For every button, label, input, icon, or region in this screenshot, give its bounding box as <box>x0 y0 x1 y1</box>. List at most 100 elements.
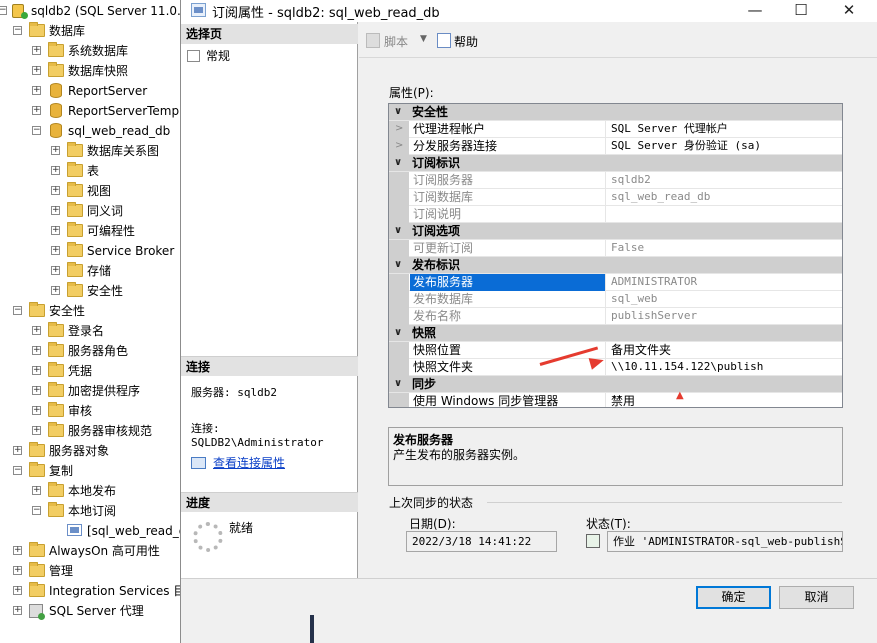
expand-toggle[interactable]: + <box>51 146 60 155</box>
category-snapshot[interactable]: ∨ 快照 <box>389 325 842 342</box>
collapse-toggle[interactable]: − <box>0 6 7 15</box>
expand-toggle[interactable]: + <box>32 66 41 75</box>
status-field[interactable]: 作业 'ADMINISTRATOR-sql_web-publishServ <box>607 531 843 552</box>
category-subscription-options[interactable]: ∨ 订阅选项 <box>389 223 842 240</box>
expand-toggle[interactable]: + <box>32 326 41 335</box>
chevron-down-icon[interactable]: ▼ <box>420 34 427 44</box>
expand-toggle[interactable]: + <box>13 586 22 595</box>
expand-toggle[interactable]: + <box>51 206 60 215</box>
title-bar[interactable]: 订阅属性 - sqldb2: sql_web_read_db — ☐ ✕ <box>181 0 877 22</box>
collapse-toggle[interactable]: − <box>13 26 22 35</box>
expand-toggle[interactable]: + <box>32 486 41 495</box>
view-connection-properties-link[interactable]: 查看连接属性 <box>213 454 285 471</box>
expand-toggle[interactable]: + <box>51 186 60 195</box>
expand-toggle[interactable]: + <box>32 406 41 415</box>
property-row[interactable]: 快照文件夹 \\10.11.154.122\publish <box>389 359 842 376</box>
expand-toggle[interactable]: + <box>51 286 60 295</box>
expand-toggle[interactable]: + <box>51 246 60 255</box>
expand-toggle[interactable]: + <box>13 446 22 455</box>
collapse-toggle[interactable]: − <box>32 126 41 135</box>
expand-toggle[interactable]: + <box>32 386 41 395</box>
collapse-caret-icon: ∨ <box>394 378 403 389</box>
property-row[interactable]: > 代理进程帐户 SQL Server 代理帐户 <box>389 121 842 138</box>
tree-item-label: 服务器对象 <box>49 444 110 458</box>
row-gutter <box>389 342 409 359</box>
property-row-selected[interactable]: 发布服务器 ADMINISTRATOR <box>389 274 842 291</box>
property-row[interactable]: 快照位置 备用文件夹 <box>389 342 842 359</box>
tree-item-label: SQL Server 代理 <box>49 604 144 618</box>
expand-toggle[interactable]: + <box>32 106 41 115</box>
property-row[interactable]: 订阅服务器 sqldb2 <box>389 172 842 189</box>
property-value[interactable]: 备用文件夹 <box>607 342 842 359</box>
property-row[interactable]: 使用 Windows 同步管理器 禁用 <box>389 393 842 407</box>
date-field[interactable]: 2022/3/18 14:41:22 <box>406 531 557 552</box>
script-button[interactable]: 脚本 <box>384 33 408 50</box>
close-button[interactable]: ✕ <box>826 0 872 22</box>
folder-icon <box>29 462 45 477</box>
tree-item-label: 存储 <box>87 264 112 278</box>
minimize-button[interactable]: — <box>732 0 778 22</box>
property-row[interactable]: 发布数据库 sql_web <box>389 291 842 308</box>
tree-item-label: ReportServer <box>68 84 148 98</box>
connection-header: 连接 <box>181 356 358 376</box>
category-label: 发布标识 <box>412 258 461 272</box>
collapse-caret-icon: ∨ <box>394 259 403 270</box>
maximize-button[interactable]: ☐ <box>778 0 824 22</box>
property-grid[interactable]: ∨ 安全性 > 代理进程帐户 SQL Server 代理帐户 > 分发服务器连接… <box>388 103 843 408</box>
expand-toggle[interactable]: + <box>13 606 22 615</box>
expand-toggle[interactable]: + <box>13 566 22 575</box>
expand-toggle[interactable]: + <box>32 426 41 435</box>
expand-toggle[interactable]: + <box>51 166 60 175</box>
collapse-toggle[interactable]: − <box>32 506 41 515</box>
annotation-triangle-icon: ▲ <box>676 390 684 401</box>
agent-icon <box>29 604 45 620</box>
tree-item-label: 同义词 <box>87 204 124 218</box>
property-value <box>607 206 842 223</box>
property-name: 订阅数据库 <box>410 189 606 206</box>
category-publication-id[interactable]: ∨ 发布标识 <box>389 257 842 274</box>
help-button[interactable]: 帮助 <box>454 33 478 50</box>
category-subscription-id[interactable]: ∨ 订阅标识 <box>389 155 842 172</box>
page-icon <box>187 50 200 62</box>
ok-button[interactable]: 确定 <box>696 586 771 609</box>
folder-icon <box>29 302 45 317</box>
property-row[interactable]: > 分发服务器连接 SQL Server 身份验证 (sa) <box>389 138 842 155</box>
status-label: 状态(T): <box>586 517 631 531</box>
expand-toggle[interactable]: + <box>51 266 60 275</box>
row-gutter <box>389 206 409 223</box>
property-row[interactable]: 可更新订阅 False <box>389 240 842 257</box>
expand-toggle[interactable]: + <box>51 226 60 235</box>
tree-item-label: 数据库 <box>49 24 86 38</box>
database-icon <box>50 103 62 118</box>
collapse-toggle[interactable]: − <box>13 306 22 315</box>
folder-icon <box>67 182 83 197</box>
server-icon <box>12 4 28 19</box>
expand-toggle[interactable]: + <box>32 346 41 355</box>
cancel-button[interactable]: 取消 <box>779 586 854 609</box>
property-row[interactable]: 订阅数据库 sql_web_read_db <box>389 189 842 206</box>
property-row[interactable]: 发布名称 publishServer <box>389 308 842 325</box>
property-name: 订阅说明 <box>410 206 606 223</box>
property-value[interactable]: SQL Server 身份验证 (sa) <box>607 138 842 155</box>
subscription-icon <box>67 524 82 536</box>
property-value[interactable]: \\10.11.154.122\publish <box>607 359 842 376</box>
category-sync[interactable]: ∨ 同步 <box>389 376 842 393</box>
expand-toggle[interactable]: + <box>32 86 41 95</box>
property-value[interactable]: 禁用 <box>607 393 842 407</box>
expand-toggle[interactable]: + <box>13 546 22 555</box>
expand-toggle[interactable]: + <box>32 46 41 55</box>
expand-toggle[interactable]: + <box>32 366 41 375</box>
property-name: 代理进程帐户 <box>410 121 606 138</box>
collapse-toggle[interactable]: − <box>13 466 22 475</box>
category-security[interactable]: ∨ 安全性 <box>389 104 842 121</box>
properties-icon <box>191 3 206 17</box>
property-row[interactable]: 订阅说明 <box>389 206 842 223</box>
folder-icon <box>48 42 64 57</box>
folder-icon <box>48 482 64 497</box>
folder-icon <box>67 242 83 257</box>
category-label: 订阅选项 <box>412 224 461 238</box>
tree-item-label: 本地发布 <box>68 484 117 498</box>
property-value[interactable]: SQL Server 代理帐户 <box>607 121 842 138</box>
collapse-caret-icon: ∨ <box>394 157 403 168</box>
tree-item-label: sqldb2 (SQL Server 11.0.3 <box>31 4 186 18</box>
